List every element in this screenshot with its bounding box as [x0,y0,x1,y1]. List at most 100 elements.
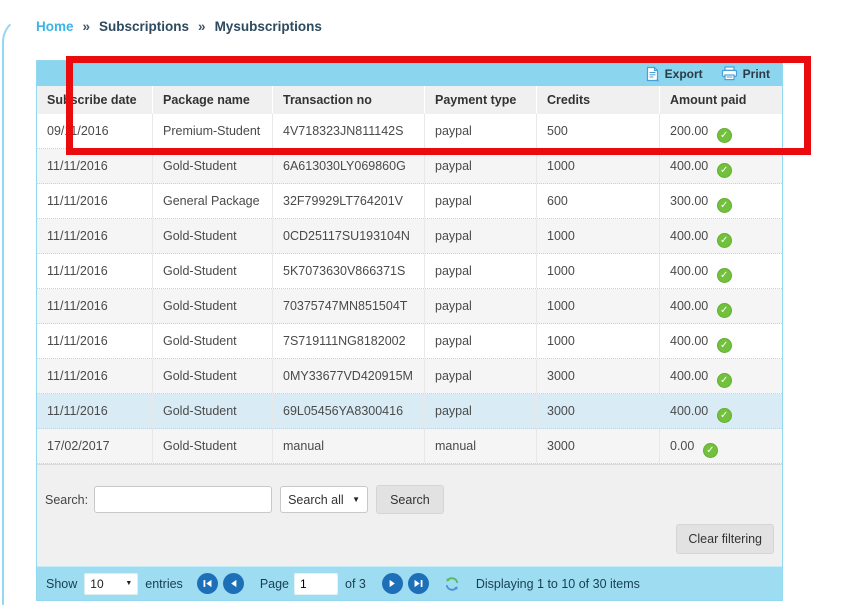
cell-subscribe-date: 11/11/2016 [37,289,153,323]
cell-amount-paid: 400.00 ✓ [660,359,783,393]
refresh-button[interactable] [444,576,460,592]
cell-transaction-no: 32F79929LT764201V [273,184,425,218]
cell-amount-paid: 400.00 ✓ [660,254,783,288]
export-icon [645,66,660,82]
cell-package-name: Gold-Student [153,289,273,323]
table-row[interactable]: 09/11/2016 Premium-Student 4V718323JN811… [37,114,782,149]
cell-credits: 500 [537,114,660,148]
breadcrumb-subscriptions-link[interactable]: Subscriptions [99,19,189,34]
paid-success-check-icon: ✓ [717,198,732,213]
column-header-payment-type[interactable]: Payment type [425,86,537,114]
amount-paid-value: 400.00 [670,404,708,418]
cell-package-name: Gold-Student [153,394,273,428]
cell-payment-type: paypal [425,289,537,323]
entries-per-page-select[interactable]: 10 ▼ [84,573,138,595]
column-header-credits[interactable]: Credits [537,86,660,114]
cell-package-name: General Package [153,184,273,218]
amount-paid-value: 400.00 [670,299,708,313]
table-row[interactable]: 11/11/2016 Gold-Student 0MY33677VD420915… [37,359,782,394]
previous-page-icon [228,578,239,589]
last-page-button[interactable] [408,573,429,594]
breadcrumb-separator: » [83,19,91,34]
first-page-icon [202,578,213,589]
subscriptions-panel: Export Print Subscribe date Package name… [36,60,783,601]
cell-subscribe-date: 09/11/2016 [37,114,153,148]
table-row[interactable]: 11/11/2016 Gold-Student 70375747MN851504… [37,289,782,324]
table-row[interactable]: 11/11/2016 Gold-Student 7S719111NG818200… [37,324,782,359]
print-icon [721,66,738,81]
chevron-down-icon: ▼ [125,580,132,587]
amount-paid-value: 300.00 [670,194,708,208]
cell-package-name: Premium-Student [153,114,273,148]
column-header-package-name[interactable]: Package name [153,86,273,114]
cell-credits: 1000 [537,149,660,183]
previous-page-button[interactable] [223,573,244,594]
entries-per-page-value: 10 [90,577,103,591]
refresh-icon [444,576,460,592]
current-page-input[interactable] [294,573,338,595]
pagination-status-text: Displaying 1 to 10 of 30 items [476,577,640,591]
export-button-label: Export [665,67,703,81]
print-button-label: Print [743,67,770,81]
cell-subscribe-date: 11/11/2016 [37,149,153,183]
column-header-transaction-no[interactable]: Transaction no [273,86,425,114]
cell-credits: 1000 [537,324,660,358]
page-label: Page [260,577,289,591]
cell-credits: 3000 [537,429,660,463]
cell-amount-paid: 400.00 ✓ [660,149,783,183]
cell-package-name: Gold-Student [153,219,273,253]
clear-filtering-button[interactable]: Clear filtering [676,524,774,554]
table-header-row: Subscribe date Package name Transaction … [37,86,782,114]
amount-paid-value: 400.00 [670,369,708,383]
cell-payment-type: paypal [425,114,537,148]
cell-credits: 1000 [537,289,660,323]
export-button[interactable]: Export [645,66,703,82]
print-button[interactable]: Print [721,66,770,81]
search-input[interactable] [94,486,272,513]
cell-transaction-no: 6A613030LY069860G [273,149,425,183]
total-pages-label: of 3 [345,577,366,591]
cell-payment-type: paypal [425,184,537,218]
paid-success-check-icon: ✓ [717,373,732,388]
cell-payment-type: paypal [425,394,537,428]
first-page-button[interactable] [197,573,218,594]
cell-subscribe-date: 11/11/2016 [37,394,153,428]
table-footer: Search: Search all ▼ Search Clear filter… [37,464,782,566]
search-button[interactable]: Search [376,485,444,514]
breadcrumb-home-link[interactable]: Home [36,19,74,34]
cell-transaction-no: manual [273,429,425,463]
cell-amount-paid: 400.00 ✓ [660,394,783,428]
cell-package-name: Gold-Student [153,429,273,463]
cell-transaction-no: 4V718323JN811142S [273,114,425,148]
search-label: Search: [45,493,88,507]
table-row[interactable]: 11/11/2016 Gold-Student 69L05456YA830041… [37,394,782,429]
pagination-bar: Show 10 ▼ entries Page of 3 [37,566,782,600]
cell-payment-type: paypal [425,254,537,288]
table-row[interactable]: 11/11/2016 Gold-Student 0CD25117SU193104… [37,219,782,254]
cell-amount-paid: 300.00 ✓ [660,184,783,218]
column-header-subscribe-date[interactable]: Subscribe date [37,86,153,114]
cell-subscribe-date: 11/11/2016 [37,324,153,358]
cell-payment-type: paypal [425,149,537,183]
paid-success-check-icon: ✓ [717,233,732,248]
cell-payment-type: manual [425,429,537,463]
entries-label: entries [145,577,183,591]
cell-credits: 1000 [537,219,660,253]
paid-success-check-icon: ✓ [717,303,732,318]
table-row[interactable]: 11/11/2016 Gold-Student 6A613030LY069860… [37,149,782,184]
next-page-button[interactable] [382,573,403,594]
table-row[interactable]: 11/11/2016 General Package 32F79929LT764… [37,184,782,219]
table-row[interactable]: 11/11/2016 Gold-Student 5K7073630V866371… [37,254,782,289]
cell-payment-type: paypal [425,359,537,393]
breadcrumb: Home » Subscriptions » Mysubscriptions [36,19,322,34]
cell-transaction-no: 70375747MN851504T [273,289,425,323]
cell-subscribe-date: 11/11/2016 [37,219,153,253]
last-page-icon [413,578,424,589]
paid-success-check-icon: ✓ [703,443,718,458]
search-scope-select[interactable]: Search all ▼ [280,486,368,513]
table-row[interactable]: 17/02/2017 Gold-Student manual manual 30… [37,429,782,464]
column-header-amount-paid[interactable]: Amount paid [660,86,783,114]
cell-package-name: Gold-Student [153,254,273,288]
paid-success-check-icon: ✓ [717,163,732,178]
cell-transaction-no: 5K7073630V866371S [273,254,425,288]
